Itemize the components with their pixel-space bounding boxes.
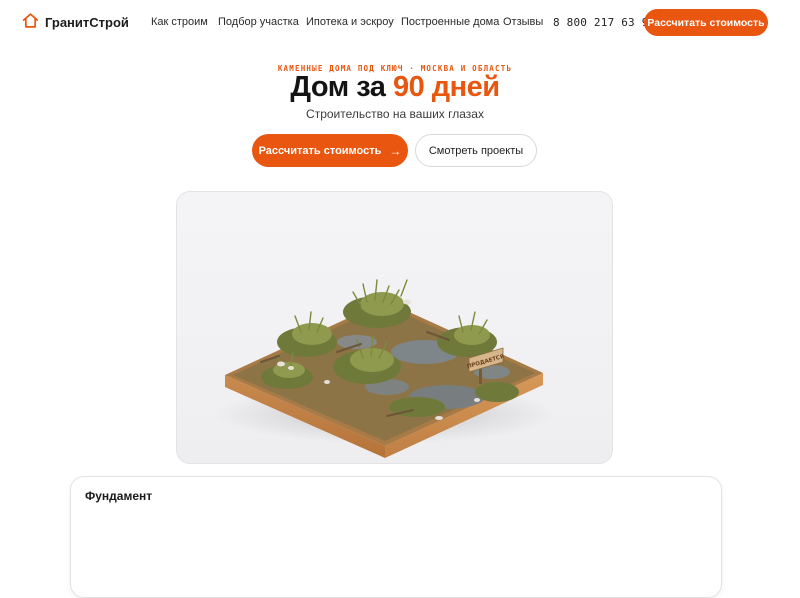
step-card-foundation: Фундамент bbox=[70, 476, 722, 598]
phone-number[interactable]: 8 800 217 63 92 bbox=[553, 16, 655, 29]
arrow-right-icon: → bbox=[389, 143, 402, 158]
brand-logo[interactable]: ГранитСтрой bbox=[22, 12, 129, 32]
nav-link-built-houses[interactable]: Построенные дома bbox=[401, 16, 499, 28]
step-title: Фундамент bbox=[85, 489, 153, 503]
hero-title-prefix: Дом за bbox=[290, 71, 393, 103]
hero-subtitle: Строительство на ваших глазах bbox=[306, 107, 484, 121]
nav-link-mortgage[interactable]: Ипотека и эскроу bbox=[306, 16, 394, 28]
calc-cost-label: Рассчитать стоимость bbox=[258, 144, 382, 157]
view-projects-button[interactable]: Смотреть проекты bbox=[415, 134, 537, 167]
isometric-plot-image: ПРОДАЕТСЯ bbox=[215, 279, 555, 458]
calc-cost-button[interactable]: Рассчитать стоимость → bbox=[252, 134, 408, 167]
brand-name: ГранитСтрой bbox=[45, 14, 129, 30]
nav-link-reviews[interactable]: Отзывы bbox=[503, 16, 543, 28]
hero-title: Дом за 90 дней bbox=[0, 71, 790, 104]
nav-link-plot-selection[interactable]: Подбор участка bbox=[218, 16, 299, 28]
site-header: ГранитСтрой Как строим Подбор участка Ип… bbox=[0, 0, 800, 46]
nav-link-how-we-build[interactable]: Как строим bbox=[151, 16, 208, 28]
house-icon bbox=[22, 12, 39, 32]
hero-illustration: ПРОДАЕТСЯ bbox=[176, 191, 613, 464]
header-calc-cost-button[interactable]: Рассчитать стоимость bbox=[644, 9, 768, 36]
hero-title-accent: 90 дней bbox=[392, 71, 500, 103]
